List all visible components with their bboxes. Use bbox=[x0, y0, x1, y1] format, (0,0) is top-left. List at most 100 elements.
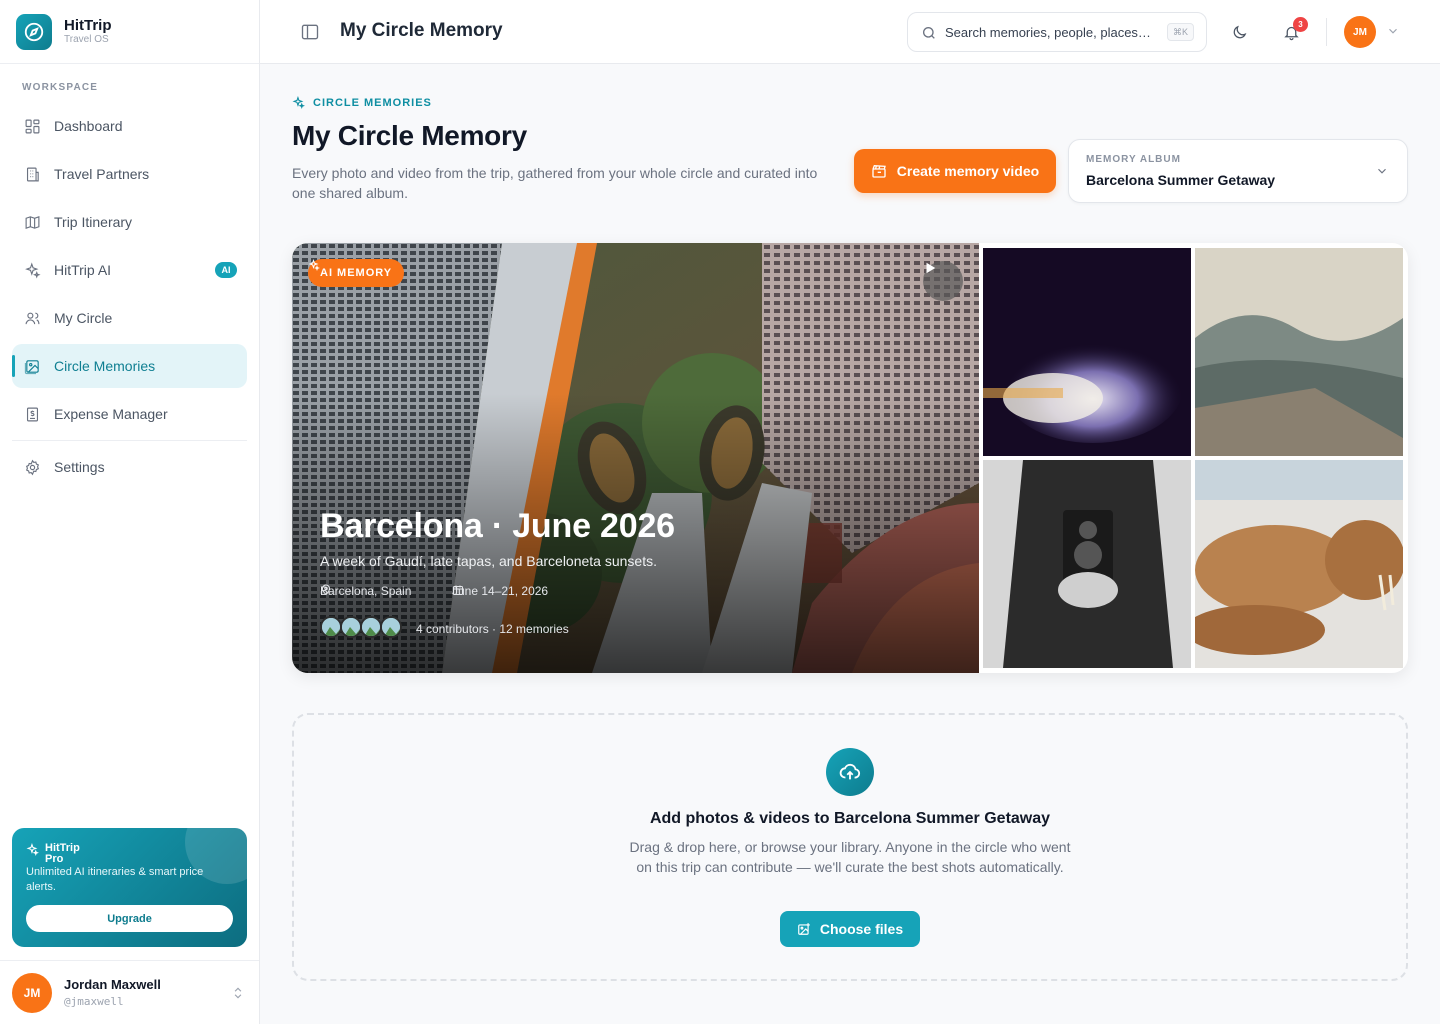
play-icon bbox=[926, 262, 936, 274]
sidebar-nav: Dashboard Travel Partners Trip Itinerary… bbox=[12, 104, 247, 493]
upgrade-button[interactable]: Upgrade bbox=[26, 905, 233, 932]
theme-toggle-button[interactable] bbox=[1222, 15, 1256, 49]
camera-photo bbox=[983, 460, 1191, 668]
sidebar-toggle-icon[interactable] bbox=[300, 22, 320, 42]
smoke-photo bbox=[983, 248, 1191, 456]
dropzone-title: Add photos & videos to Barcelona Summer … bbox=[649, 810, 1051, 827]
clapperboard-icon bbox=[872, 164, 886, 178]
grid-icon bbox=[25, 119, 40, 133]
memory-thumbnail[interactable] bbox=[1195, 248, 1403, 456]
building-icon bbox=[26, 167, 39, 181]
sparkles-icon bbox=[292, 96, 305, 109]
notification-count-badge: 3 bbox=[1293, 17, 1308, 32]
sparkles-icon bbox=[308, 259, 320, 271]
compass-icon bbox=[16, 13, 52, 50]
hero-subtitle: A week of Gaudí, late tapas, and Barcelo… bbox=[320, 553, 657, 569]
memory-thumbnail[interactable] bbox=[983, 248, 1191, 456]
sidebar-item-label: Settings bbox=[54, 459, 105, 475]
sidebar-item-label: Trip Itinerary bbox=[54, 214, 133, 230]
ai-memory-badge: AI MEMORY bbox=[308, 259, 405, 287]
memory-gallery: AI MEMORY Barcelona · June 2026 A week o… bbox=[292, 243, 1408, 673]
hero-gradient bbox=[292, 243, 979, 673]
hero-memory[interactable]: AI MEMORY Barcelona · June 2026 A week o… bbox=[292, 243, 979, 673]
sidebar-item-expense-manager[interactable]: Expense Manager bbox=[12, 392, 247, 436]
cloud-upload-icon bbox=[826, 748, 874, 796]
choose-files-label: Choose files bbox=[819, 921, 904, 937]
sidebar-item-label: HitTrip AI bbox=[54, 262, 112, 278]
page-eyebrow: CIRCLE MEMORIES bbox=[292, 96, 432, 109]
sidebar-item-my-circle[interactable]: My Circle bbox=[12, 296, 247, 340]
sidebar-item-travel-partners[interactable]: Travel Partners bbox=[12, 152, 247, 196]
album-label: MEMORY ALBUM bbox=[1086, 154, 1181, 165]
avatar bbox=[320, 616, 342, 638]
promo-title-text: HitTrip Pro bbox=[45, 842, 80, 865]
choose-files-button[interactable]: Choose files bbox=[780, 911, 920, 947]
sidebar-item-label: My Circle bbox=[54, 310, 113, 326]
search-placeholder: Search memories, people, places… bbox=[945, 25, 1151, 40]
map-icon bbox=[25, 215, 40, 229]
sidebar-item-circle-memories[interactable]: Circle Memories bbox=[12, 344, 247, 388]
eyebrow-text: CIRCLE MEMORIES bbox=[313, 96, 432, 109]
sidebar-item-settings[interactable]: Settings bbox=[12, 445, 247, 489]
hero-title: Barcelona · June 2026 bbox=[320, 507, 675, 545]
user-menu[interactable]: JM Jordan Maxwell @jmaxwell bbox=[0, 960, 259, 1024]
sidebar-item-label: Dashboard bbox=[54, 118, 123, 134]
contributors-count: 4 contributors · 12 memories bbox=[416, 622, 569, 636]
avatar bbox=[360, 616, 382, 638]
chevron-down-icon bbox=[1378, 168, 1386, 174]
notifications-button[interactable]: 3 bbox=[1274, 15, 1308, 49]
memory-thumbnail[interactable] bbox=[983, 460, 1191, 668]
avatar[interactable]: JM bbox=[1344, 16, 1376, 48]
dropzone-description: Drag & drop here, or browse your library… bbox=[629, 839, 1071, 875]
walrus-photo bbox=[1195, 460, 1403, 668]
brand[interactable]: HitTrip Travel OS bbox=[0, 0, 259, 64]
gear-icon bbox=[25, 459, 40, 475]
location-text: Barcelona, Spain bbox=[320, 584, 412, 598]
sidebar-item-label: Travel Partners bbox=[54, 166, 150, 182]
user-name: Jordan Maxwell bbox=[64, 977, 161, 992]
search-input[interactable]: Search memories, people, places… ⌘K bbox=[907, 12, 1207, 52]
promo-title: HitTrip Pro bbox=[26, 843, 89, 865]
play-button[interactable] bbox=[923, 261, 963, 301]
brand-tagline: Travel OS bbox=[64, 33, 109, 45]
users-icon bbox=[25, 312, 40, 324]
promo-description: Unlimited AI itineraries & smart price a… bbox=[26, 866, 204, 893]
map-pin-icon bbox=[321, 584, 331, 596]
avatar bbox=[380, 616, 402, 638]
sidebar-item-label: Circle Memories bbox=[54, 358, 156, 374]
topbar-title: My Circle Memory bbox=[340, 20, 503, 41]
receipt-icon bbox=[26, 407, 39, 421]
chevron-down-icon[interactable] bbox=[1386, 24, 1400, 38]
pro-promo-card: HitTrip Pro Unlimited AI itineraries & s… bbox=[12, 828, 247, 947]
page-title: My Circle Memory bbox=[292, 120, 527, 151]
cta-label: Create memory video bbox=[896, 163, 1040, 179]
sidebar-item-hittrip-ai[interactable]: HitTrip AI AI bbox=[12, 248, 247, 292]
sidebar-item-trip-itinerary[interactable]: Trip Itinerary bbox=[12, 200, 247, 244]
section-label: WORKSPACE bbox=[22, 82, 99, 93]
ai-badge: AI bbox=[215, 262, 237, 278]
brand-name: HitTrip bbox=[64, 16, 112, 34]
memory-album-select[interactable]: MEMORY ALBUM Barcelona Summer Getaway bbox=[1068, 139, 1408, 203]
calendar-icon bbox=[453, 585, 463, 595]
upload-dropzone[interactable]: Add photos & videos to Barcelona Summer … bbox=[292, 713, 1408, 981]
create-memory-video-button[interactable]: Create memory video bbox=[854, 149, 1056, 193]
avatar bbox=[340, 616, 362, 638]
divider bbox=[1326, 18, 1327, 46]
shortcut-hint: ⌘K bbox=[1166, 23, 1194, 41]
sidebar-item-label: Expense Manager bbox=[54, 406, 168, 422]
sparkles-icon bbox=[26, 843, 39, 856]
images-icon bbox=[24, 359, 39, 374]
search-icon bbox=[923, 27, 935, 39]
topbar: My Circle Memory Search memories, people… bbox=[260, 0, 1440, 64]
hero-dates: June 14–21, 2026 bbox=[452, 584, 548, 598]
moon-icon bbox=[1233, 25, 1246, 38]
dates-text: June 14–21, 2026 bbox=[452, 584, 549, 598]
chevron-up-down-icon bbox=[234, 987, 242, 999]
mountain-photo bbox=[1195, 248, 1403, 456]
user-handle: @jmaxwell bbox=[64, 995, 124, 1008]
page-description: Every photo and video from the trip, gat… bbox=[292, 165, 818, 201]
ai-memory-label: AI MEMORY bbox=[320, 267, 393, 279]
memory-thumbnail[interactable] bbox=[1195, 460, 1403, 668]
sidebar-item-dashboard[interactable]: Dashboard bbox=[12, 104, 247, 148]
hero-location: Barcelona, Spain bbox=[320, 584, 411, 598]
